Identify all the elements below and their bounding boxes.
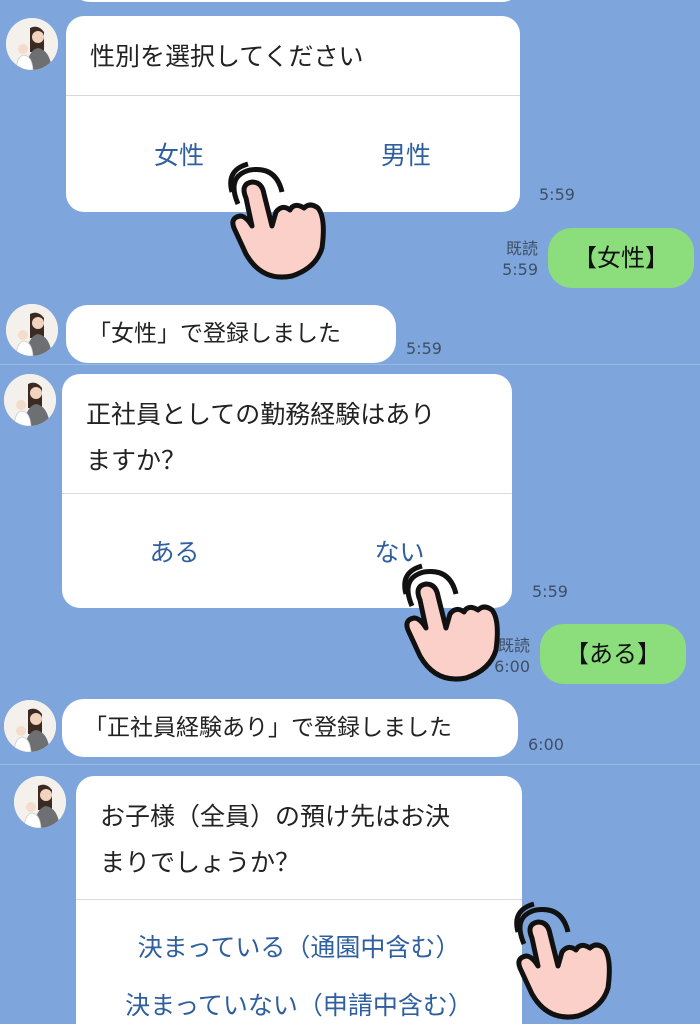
question-line: 正社員としての勤務経験はあり — [86, 400, 436, 429]
experience-question-text: 正社員としての勤務経験はあり ますか？ — [62, 374, 512, 494]
bot-confirmation-bubble: 「正社員経験あり」で登録しました — [62, 699, 518, 757]
user-reply-bubble: 【ある】 — [540, 624, 686, 684]
option-decided-button[interactable]: 決まっている（通園中含む） — [76, 933, 522, 963]
avatar-mother-with-baby-icon — [6, 304, 58, 356]
option-no-button[interactable]: ない — [287, 533, 512, 569]
message-timestamp: 6:00 — [528, 735, 564, 754]
read-label: 既読 — [497, 636, 530, 655]
question-line: まりでしょうか？ — [100, 848, 301, 877]
bot-avatar — [6, 304, 58, 356]
message-timestamp: 5:59 — [532, 582, 568, 601]
gender-question-text: 性別を選択してください — [66, 16, 520, 96]
avatar-mother-with-baby-icon — [6, 18, 58, 70]
option-male-button[interactable]: 男性 — [292, 136, 520, 172]
read-label: 既読 — [505, 239, 538, 258]
avatar-mother-with-baby-icon — [14, 776, 66, 828]
bot-avatar — [6, 18, 58, 70]
user-reply-bubble: 【女性】 — [548, 228, 694, 288]
experience-question-card: 正社員としての勤務経験はあり ますか？ ある ない — [62, 374, 512, 608]
reply-timestamp: 5:59 — [502, 260, 538, 279]
avatar-mother-with-baby-icon — [4, 374, 56, 426]
gender-question-card: 性別を選択してください 女性 男性 — [66, 16, 520, 212]
childcare-question-card: お子様（全員）の預け先はお決 まりでしょうか？ 決まっている（通園中含む） 決ま… — [76, 776, 522, 1024]
bot-confirmation-bubble: 「女性」で登録しました — [66, 305, 396, 363]
bot-avatar — [14, 776, 66, 828]
option-undecided-button[interactable]: 決まっていない（申請中含む） — [76, 991, 522, 1021]
question-line: ますか？ — [86, 446, 187, 475]
read-receipt: 既読 6:00 — [484, 635, 530, 677]
bot-avatar — [4, 374, 56, 426]
bot-avatar — [4, 700, 56, 752]
message-timestamp: 5:59 — [539, 185, 575, 204]
read-receipt: 既読 5:59 — [492, 238, 538, 280]
separator — [0, 364, 700, 365]
option-female-button[interactable]: 女性 — [66, 136, 292, 172]
childcare-question-text: お子様（全員）の預け先はお決 まりでしょうか？ — [76, 776, 522, 900]
previous-card-stub — [70, 0, 522, 2]
avatar-mother-with-baby-icon — [4, 700, 56, 752]
reply-timestamp: 6:00 — [494, 657, 530, 676]
separator — [0, 764, 700, 765]
question-line: お子様（全員）の預け先はお決 — [100, 802, 451, 831]
message-timestamp: 5:59 — [406, 339, 442, 358]
option-yes-button[interactable]: ある — [62, 533, 287, 569]
